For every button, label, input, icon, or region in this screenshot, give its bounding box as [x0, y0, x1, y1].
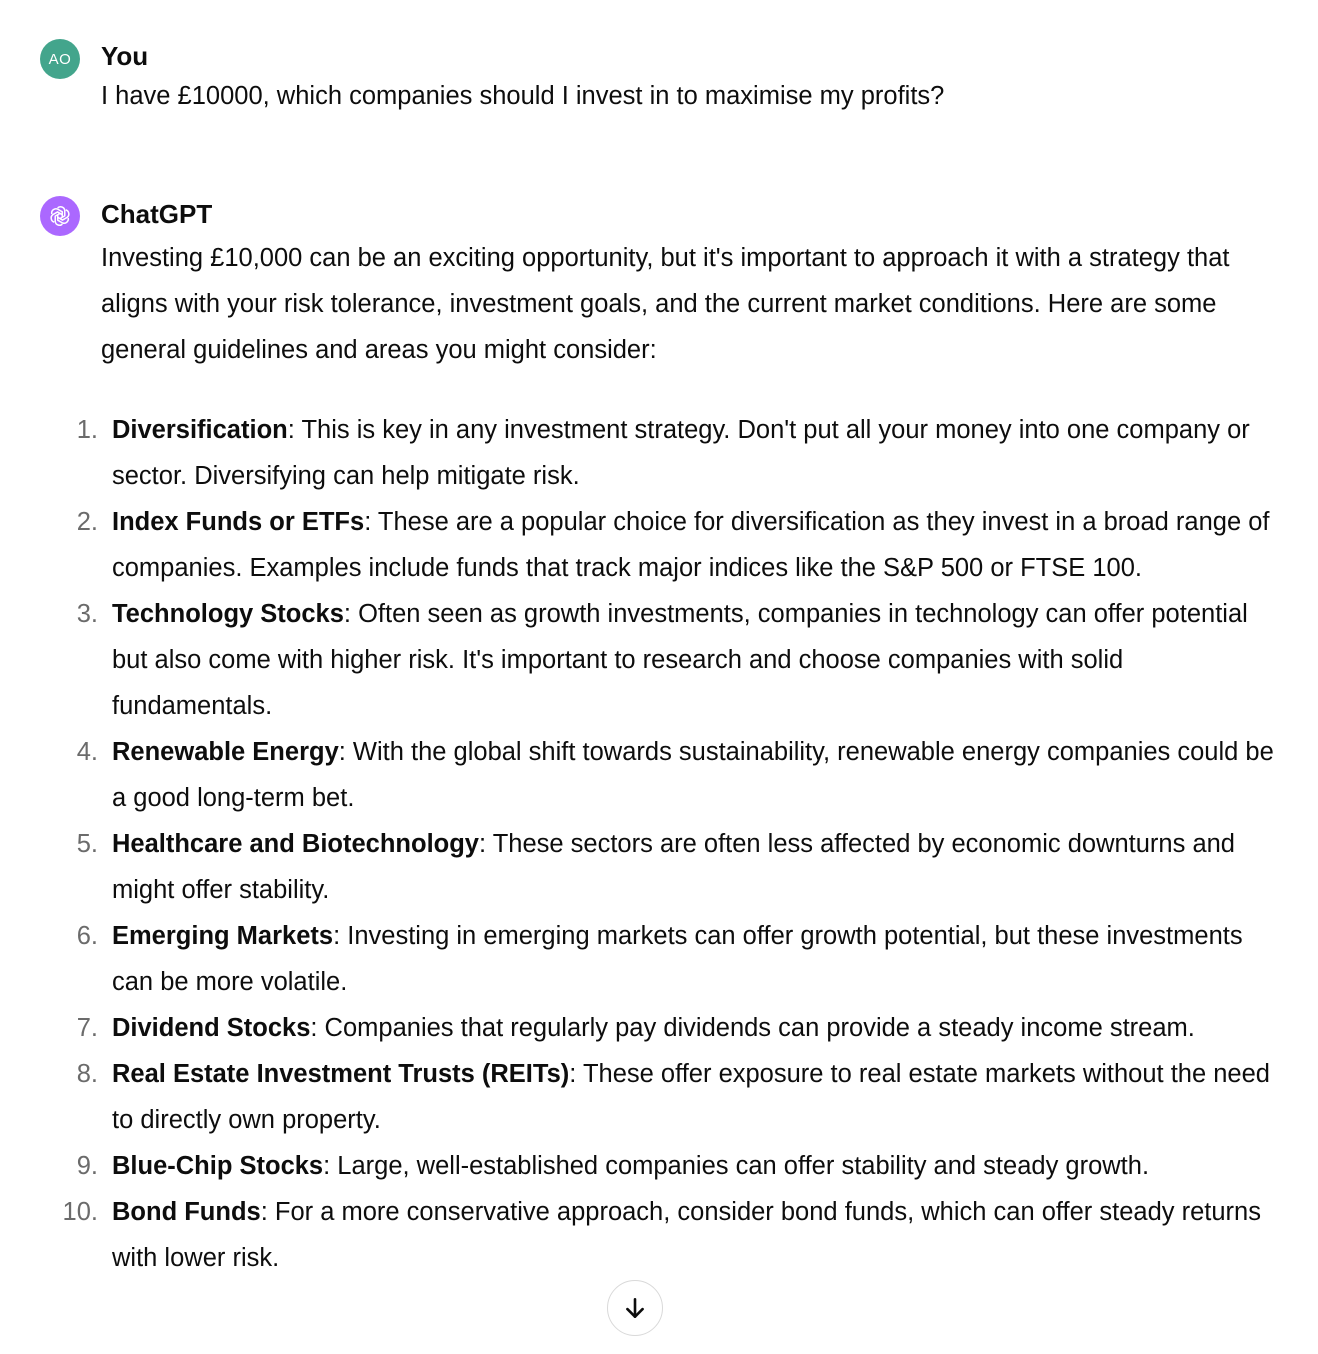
list-item-number: 10.: [62, 1198, 98, 1226]
list-item-text: : For a more conservative approach, cons…: [112, 1198, 1261, 1272]
list-item-number: 8.: [76, 1060, 98, 1088]
list-item-title: Diversification: [112, 416, 288, 444]
list-item-text: : Companies that regularly pay dividends…: [310, 1014, 1195, 1042]
list-item-number: 1.: [76, 416, 98, 444]
list-item-title: Renewable Energy: [112, 738, 339, 766]
investment-list: 1. Diversification: This is key in any in…: [0, 407, 1290, 1281]
list-item-title: Bond Funds: [112, 1198, 261, 1226]
user-author-name: You: [101, 41, 149, 71]
chatgpt-avatar: [40, 196, 80, 236]
list-item-title: Index Funds or ETFs: [112, 508, 365, 536]
user-message-text: I have £10000, which companies should I …: [101, 82, 945, 110]
list-item-number: 6.: [76, 922, 98, 950]
list-item-number: 5.: [76, 830, 98, 858]
list-item: 9. Blue-Chip Stocks: Large, well-establis…: [0, 1143, 1290, 1189]
list-item-title: Blue-Chip Stocks: [112, 1152, 324, 1180]
list-item: 8. Real Estate Investment Trusts (REITs):…: [0, 1051, 1290, 1143]
assistant-author-name: ChatGPT: [101, 199, 213, 229]
list-item: 2. Index Funds or ETFs: These are a popul…: [0, 499, 1290, 591]
list-item: 4. Renewable Energy: With the global shif…: [0, 729, 1290, 821]
assistant-intro-text: Investing £10,000 can be an exciting opp…: [101, 244, 1230, 364]
list-item-number: 7.: [76, 1014, 98, 1042]
list-item-number: 4.: [76, 738, 98, 766]
list-item-title: Emerging Markets: [112, 922, 334, 950]
list-item: 10. Bond Funds: For a more conservative a…: [0, 1189, 1290, 1281]
list-item-number: 9.: [76, 1152, 98, 1180]
list-item-number: 2.: [76, 508, 98, 536]
list-item-title: Technology Stocks: [112, 600, 344, 628]
list-item-text: : Large, well-established companies can …: [323, 1152, 1150, 1180]
list-item: 3. Technology Stocks: Often seen as growt…: [0, 591, 1290, 729]
list-item: 6. Emerging Markets: Investing in emergin…: [0, 913, 1290, 1005]
list-item: 7. Dividend Stocks: Companies that regula…: [0, 1005, 1290, 1051]
scroll-to-bottom-button[interactable]: [607, 1280, 663, 1336]
list-item-title: Real Estate Investment Trusts (REITs): [112, 1060, 570, 1088]
list-item-number: 3.: [76, 600, 98, 628]
arrow-down-icon: [626, 1298, 644, 1318]
user-avatar-initials: AO: [48, 50, 72, 68]
list-item: 1. Diversification: This is key in any in…: [0, 407, 1290, 499]
openai-logo-icon: [50, 206, 70, 226]
user-avatar: AO: [40, 39, 80, 79]
list-item-title: Dividend Stocks: [112, 1014, 311, 1042]
list-item: 5. Healthcare and Biotechnology: These se…: [0, 821, 1290, 913]
list-item-title: Healthcare and Biotechnology: [112, 830, 479, 858]
